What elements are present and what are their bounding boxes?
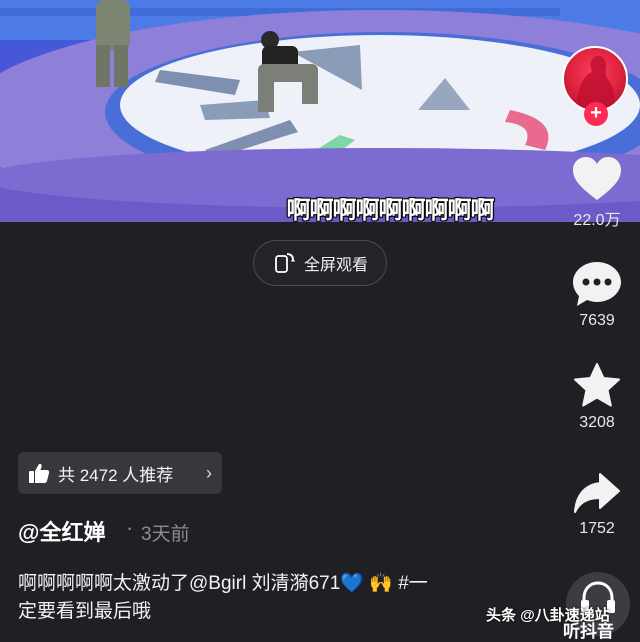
avatar-image [576, 55, 615, 110]
share-count: 1752 [579, 520, 615, 537]
share-button[interactable]: 1752 [554, 470, 640, 538]
star-icon [574, 363, 620, 407]
fullscreen-phone-icon [275, 253, 296, 273]
video-player[interactable]: 啊啊啊啊啊啊啊啊啊 [0, 0, 640, 222]
fullscreen-label: 全屏观看 [303, 257, 368, 274]
action-rail: + 22.0万 7639 3208 1752 [554, 0, 640, 640]
fullscreen-button[interactable]: 全屏观看 [253, 240, 387, 286]
follow-button[interactable]: + [584, 102, 608, 126]
author-name[interactable]: @全红婵 [18, 515, 105, 547]
video-frame [0, 0, 640, 222]
like-count: 22.0万 [573, 212, 621, 229]
blue-heart-emoji: 💙 [340, 573, 364, 594]
recommend-pill[interactable]: 共 2472 人推荐 › [18, 452, 222, 494]
favorite-count: 3208 [579, 414, 615, 431]
heart-icon [573, 157, 621, 200]
plus-icon: + [590, 102, 602, 124]
recommend-label: 共 2472 人推荐 [58, 465, 174, 485]
description-line-2: 定要看到最后哦 [18, 601, 152, 622]
watermark: 头条 @八卦速递站 [486, 607, 610, 624]
like-button[interactable]: 22.0万 [554, 156, 640, 230]
raised-hands-emoji: 🙌 [369, 573, 393, 594]
comment-icon [573, 262, 621, 306]
thumbs-up-icon [29, 463, 50, 483]
comment-button[interactable]: 7639 [554, 260, 640, 330]
separator-dot: · [126, 515, 134, 540]
comment-count: 7639 [579, 312, 615, 329]
favorite-button[interactable]: 3208 [554, 362, 640, 432]
hashtag-link[interactable]: #一 [398, 573, 428, 594]
video-subtitle: 啊啊啊啊啊啊啊啊啊 [286, 196, 495, 222]
description-text: 啊啊啊啊啊太激动了@Bgirl 刘清漪671 [18, 573, 341, 594]
video-description[interactable]: 啊啊啊啊啊太激动了@Bgirl 刘清漪671💙 🙌 #一 定要看到最后哦 [18, 570, 498, 626]
post-time: 3天前 [141, 524, 190, 545]
share-arrow-icon [574, 473, 620, 513]
chevron-right-icon: › [206, 462, 212, 483]
